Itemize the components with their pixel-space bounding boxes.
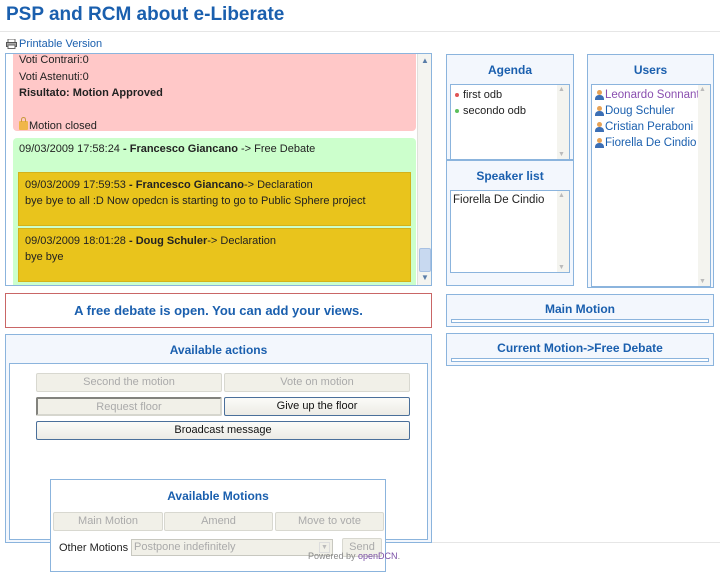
user-item[interactable]: Leonardo Sonnante (592, 87, 710, 103)
scroll-down-icon[interactable]: ▼ (419, 272, 431, 284)
other-motions-select[interactable]: Postpone indefinitely ▼ (131, 539, 333, 556)
footer-prefix: Powered by (308, 551, 359, 561)
motion-closed-label: Motion closed (29, 120, 97, 132)
author: Francesco Giancano (135, 179, 244, 191)
separator: - (125, 235, 136, 247)
user-item[interactable]: Doug Schuler (592, 103, 710, 119)
current-motion-panel: Current Motion->Free Debate (446, 333, 714, 366)
scroll-up-icon[interactable]: ▲ (699, 86, 706, 93)
user-item[interactable]: Fiorella De Cindio (592, 135, 710, 151)
broadcast-message-button[interactable]: Broadcast message (36, 421, 410, 440)
vote-result-card: Voti Contrari:0 Voti Astenuti:0 Risultat… (13, 54, 416, 132)
printable-version-link[interactable]: Printable Version (6, 38, 102, 50)
lock-icon (19, 117, 28, 130)
declaration-text: bye bye to all :D Now opedcn is starting… (25, 195, 366, 207)
declaration-item: 09/03/2009 17:59:53 - Francesco Giancano… (18, 172, 411, 226)
separator: - (125, 179, 136, 191)
declaration-text: bye bye (25, 251, 64, 263)
user-name: Cristian Peraboni (605, 121, 694, 133)
agenda-item[interactable]: first odb (451, 87, 569, 103)
status-dot-icon (455, 93, 459, 97)
users-panel: Users Leonardo Sonnante Doug Schuler Cri… (587, 54, 714, 288)
scroll-down-icon[interactable]: ▼ (699, 278, 706, 285)
scroll-up-icon[interactable]: ▲ (419, 55, 431, 67)
main-motion-panel: Main Motion (446, 294, 714, 327)
timestamp: 09/03/2009 17:59:53 (25, 179, 126, 191)
main-motion-button[interactable]: Main Motion (53, 512, 163, 531)
agenda-item-label: secondo odb (463, 105, 526, 117)
user-name: Leonardo Sonnante (605, 89, 707, 101)
actions-container: Second the motion Vote on motion Request… (9, 363, 428, 572)
author: Doug Schuler (135, 235, 208, 247)
scroll-thumb[interactable] (419, 248, 431, 272)
free-debate-card: 09/03/2009 17:58:24 - Francesco Giancano… (13, 138, 416, 285)
declaration-item: 09/03/2009 18:01:28 - Doug Schuler-> Dec… (18, 228, 411, 282)
second-motion-button[interactable]: Second the motion (36, 373, 222, 392)
agenda-list[interactable]: first odb secondo odb ▲ ▼ (450, 84, 570, 160)
scroll-up-icon[interactable]: ▲ (558, 192, 565, 199)
scroll-down-icon[interactable]: ▼ (558, 151, 565, 158)
voti-astenuti: Voti Astenuti:0 (19, 70, 89, 83)
action: -> Free Debate (237, 143, 316, 155)
other-motions-label: Other Motions (59, 542, 129, 554)
main-motion-title: Main Motion (545, 302, 615, 316)
debate-notice: A free debate is open. You can add your … (5, 293, 432, 328)
other-motions-selected: Postpone indefinitely (134, 541, 236, 553)
users-scrollbar[interactable]: ▲ ▼ (698, 85, 710, 286)
request-floor-button[interactable]: Request floor (36, 397, 222, 416)
printer-icon (6, 39, 17, 49)
amend-button[interactable]: Amend (164, 512, 273, 531)
user-icon (595, 90, 604, 100)
opendcn-link[interactable]: openDCN (358, 551, 398, 561)
give-up-floor-button[interactable]: Give up the floor (224, 397, 410, 416)
timestamp: 09/03/2009 18:01:28 (25, 235, 126, 247)
footer-divider (432, 542, 720, 543)
footer-suffix: . (397, 551, 401, 561)
available-actions-panel: Available actions Second the motion Vote… (5, 334, 432, 572)
available-motions-title: Available Motions (167, 489, 269, 503)
voti-contrari: Voti Contrari:0 (19, 54, 89, 66)
vote-result: Risultato: Motion Approved (19, 87, 163, 99)
user-name: Doug Schuler (605, 105, 675, 117)
agenda-panel: Agenda first odb secondo odb ▲ ▼ (446, 54, 574, 160)
current-motion-title: Current Motion->Free Debate (497, 341, 663, 355)
status-dot-icon (455, 109, 459, 113)
available-actions-title: Available actions (169, 343, 268, 357)
page-title: PSP and RCM about e-Liberate (6, 4, 285, 25)
current-motion-content (451, 358, 709, 362)
user-icon (595, 106, 604, 116)
log-scrollbar[interactable]: ▲ ▼ (417, 54, 431, 285)
speaker-item[interactable]: Fiorella De Cindio (451, 191, 569, 206)
speaker-scrollbar[interactable]: ▲ ▼ (557, 191, 569, 272)
speaker-list-panel: Speaker list Fiorella De Cindio ▲ ▼ (446, 160, 574, 286)
speaker-list[interactable]: Fiorella De Cindio ▲ ▼ (450, 190, 570, 273)
user-name: Fiorella De Cindio (605, 137, 697, 149)
footer: Powered by openDCN. (308, 551, 400, 561)
move-to-vote-button[interactable]: Move to vote (275, 512, 384, 531)
agenda-title: Agenda (487, 63, 532, 77)
user-icon (595, 138, 604, 148)
user-icon (595, 122, 604, 132)
meeting-log[interactable]: Voti Contrari:0 Voti Astenuti:0 Risultat… (5, 53, 432, 286)
action: -> Declaration (207, 235, 277, 247)
speaker-list-title: Speaker list (476, 169, 544, 183)
scroll-down-icon[interactable]: ▼ (558, 264, 565, 271)
printable-version-label: Printable Version (19, 38, 103, 50)
scroll-up-icon[interactable]: ▲ (558, 86, 565, 93)
title-divider (0, 31, 720, 32)
agenda-scrollbar[interactable]: ▲ ▼ (557, 85, 569, 159)
separator: - (119, 143, 130, 155)
vote-on-motion-button[interactable]: Vote on motion (224, 373, 410, 392)
main-motion-content (451, 319, 709, 323)
free-debate-header: 09/03/2009 17:58:24 - Francesco Giancano… (19, 142, 410, 156)
action: -> Declaration (243, 179, 313, 191)
agenda-item[interactable]: secondo odb (451, 103, 569, 119)
author: Francesco Giancano (129, 143, 238, 155)
agenda-item-label: first odb (463, 89, 503, 101)
user-item[interactable]: Cristian Peraboni (592, 119, 710, 135)
timestamp: 09/03/2009 17:58:24 (19, 143, 120, 155)
users-title: Users (633, 63, 668, 77)
users-list[interactable]: Leonardo Sonnante Doug Schuler Cristian … (591, 84, 711, 287)
